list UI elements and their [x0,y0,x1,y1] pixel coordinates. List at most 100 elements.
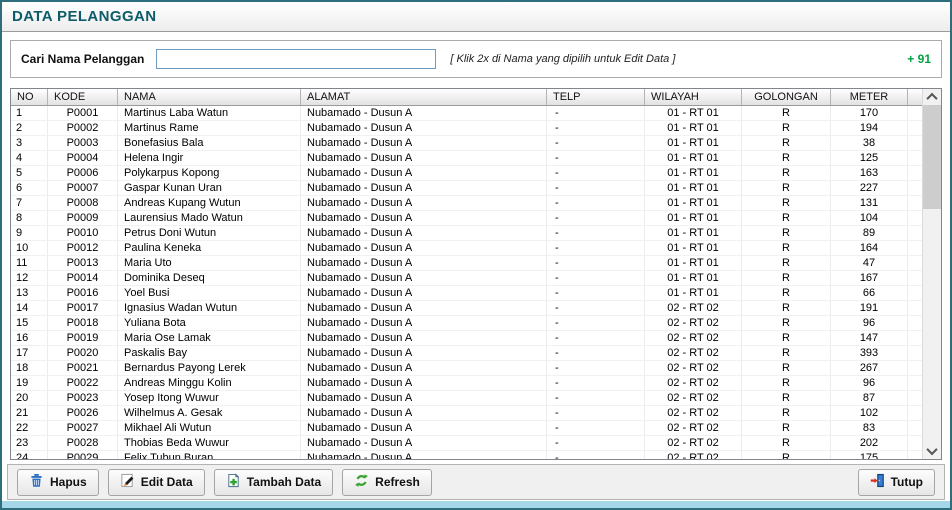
table-cell: Mikhael Ali Wutun [118,421,301,435]
tutup-button[interactable]: Tutup [858,469,935,496]
data-pelanggan-window: DATA PELANGGAN Cari Nama Pelanggan [ Kli… [0,0,952,510]
table-cell: R [742,226,831,240]
table-cell: 02 - RT 02 [645,451,742,459]
table-row[interactable]: 12P0014Dominika DeseqNubamado - Dusun A-… [11,271,922,286]
table-cell: Nubamado - Dusun A [301,376,547,390]
table-row[interactable]: 17P0020Paskalis BayNubamado - Dusun A-02… [11,346,922,361]
table-cell: 01 - RT 01 [645,136,742,150]
table-row[interactable]: 2P0002Martinus RameNubamado - Dusun A-01… [11,121,922,136]
scroll-track[interactable] [923,105,941,443]
table-cell: 22 [11,421,48,435]
header-cell-kode[interactable]: KODE [48,89,118,105]
table-row[interactable]: 22P0027Mikhael Ali WutunNubamado - Dusun… [11,421,922,436]
table-cell: 8 [11,211,48,225]
table-cell: 38 [831,136,908,150]
table-cell [908,301,922,315]
table-cell: Nubamado - Dusun A [301,406,547,420]
table-row[interactable]: 13P0016Yoel BusiNubamado - Dusun A-01 - … [11,286,922,301]
table-cell: P0012 [48,241,118,255]
table-cell: - [547,136,645,150]
header-cell-meter[interactable]: METER [831,89,908,105]
table-cell: 47 [831,256,908,270]
table-row[interactable]: 19P0022Andreas Minggu KolinNubamado - Du… [11,376,922,391]
table-row[interactable]: 6P0007Gaspar Kunan UranNubamado - Dusun … [11,181,922,196]
table-cell: Maria Uto [118,256,301,270]
table-row[interactable]: 20P0023Yosep Itong WuwurNubamado - Dusun… [11,391,922,406]
table-cell: Martinus Laba Watun [118,106,301,120]
table-cell: 2 [11,121,48,135]
table-row[interactable]: 14P0017Ignasius Wadan WutunNubamado - Du… [11,301,922,316]
refresh-icon [354,473,369,491]
table-cell: Nubamado - Dusun A [301,121,547,135]
header-cell-nama[interactable]: NAMA [118,89,301,105]
table-cell: 01 - RT 01 [645,106,742,120]
table-cell: 12 [11,271,48,285]
table-row[interactable]: 23P0028Thobias Beda WuwurNubamado - Dusu… [11,436,922,451]
tambah-data-button[interactable]: Tambah Data [214,469,333,496]
header-cell-filler [908,89,922,105]
table-cell: 9 [11,226,48,240]
table-cell: P0001 [48,106,118,120]
table-cell [908,151,922,165]
table-row[interactable]: 18P0021Bernardus Payong LerekNubamado - … [11,361,922,376]
scroll-thumb[interactable] [923,105,941,209]
search-panel: Cari Nama Pelanggan [ Klik 2x di Nama ya… [10,40,942,78]
header-cell-telp[interactable]: TELP [547,89,645,105]
table-cell: 10 [11,241,48,255]
table-cell: 02 - RT 02 [645,406,742,420]
table-cell: 102 [831,406,908,420]
table-row[interactable]: 10P0012Paulina KenekaNubamado - Dusun A-… [11,241,922,256]
header-cell-golongan[interactable]: GOLONGAN [742,89,831,105]
table-cell: P0019 [48,331,118,345]
table-cell: 3 [11,136,48,150]
table-row[interactable]: 15P0018Yuliana BotaNubamado - Dusun A-02… [11,316,922,331]
table-cell [908,436,922,450]
table-cell: Petrus Doni Wutun [118,226,301,240]
vertical-scrollbar[interactable] [922,89,941,459]
table-cell: 15 [11,316,48,330]
search-input[interactable] [156,49,436,69]
table-cell [908,406,922,420]
table-cell: P0022 [48,376,118,390]
header-cell-wilayah[interactable]: WILAYAH [645,89,742,105]
table-cell: P0017 [48,301,118,315]
table-cell: - [547,211,645,225]
table-row[interactable]: 24P0029Felix Tubun BuranNubamado - Dusun… [11,451,922,459]
table-cell: 17 [11,346,48,360]
table-cell: R [742,331,831,345]
table-cell: Nubamado - Dusun A [301,106,547,120]
table-row[interactable]: 21P0026Wilhelmus A. GesakNubamado - Dusu… [11,406,922,421]
hapus-button[interactable]: Hapus [17,469,99,496]
table-row[interactable]: 3P0003Bonefasius BalaNubamado - Dusun A-… [11,136,922,151]
table-cell [908,271,922,285]
table-cell: 01 - RT 01 [645,271,742,285]
table-cell: 20 [11,391,48,405]
table-cell: Dominika Deseq [118,271,301,285]
table-cell: P0016 [48,286,118,300]
table-cell: Yoel Busi [118,286,301,300]
header-cell-alamat[interactable]: ALAMAT [301,89,547,105]
header-cell-no[interactable]: NO [11,89,48,105]
table-row[interactable]: 8P0009Laurensius Mado WatunNubamado - Du… [11,211,922,226]
table-cell: R [742,361,831,375]
table-cell [908,166,922,180]
table-cell: 01 - RT 01 [645,121,742,135]
table-cell: 01 - RT 01 [645,166,742,180]
table-cell: Nubamado - Dusun A [301,451,547,459]
edit-data-button[interactable]: Edit Data [108,469,205,496]
table-cell: Nubamado - Dusun A [301,421,547,435]
scroll-up-button[interactable] [923,89,941,105]
table-cell: P0007 [48,181,118,195]
table-row[interactable]: 4P0004Helena IngirNubamado - Dusun A-01 … [11,151,922,166]
table-row[interactable]: 5P0006Polykarpus KopongNubamado - Dusun … [11,166,922,181]
table-row[interactable]: 1P0001Martinus Laba WatunNubamado - Dusu… [11,106,922,121]
table-cell: Martinus Rame [118,121,301,135]
table-row[interactable]: 16P0019Maria Ose LamakNubamado - Dusun A… [11,331,922,346]
scroll-down-button[interactable] [923,443,941,459]
table-cell: - [547,196,645,210]
table-cell: 267 [831,361,908,375]
refresh-button[interactable]: Refresh [342,469,432,496]
table-row[interactable]: 7P0008Andreas Kupang WutunNubamado - Dus… [11,196,922,211]
table-row[interactable]: 11P0013Maria UtoNubamado - Dusun A-01 - … [11,256,922,271]
table-row[interactable]: 9P0010Petrus Doni WutunNubamado - Dusun … [11,226,922,241]
